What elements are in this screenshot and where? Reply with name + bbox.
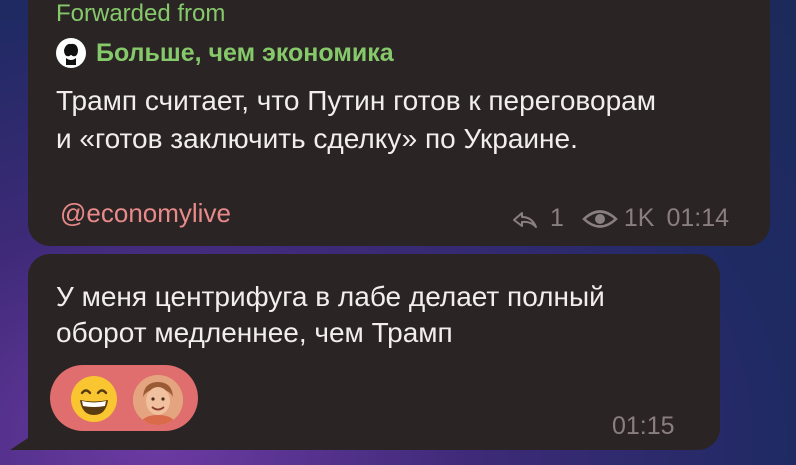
channel-avatar-icon — [59, 41, 83, 65]
message-text-line: и «готов заключить сделку» по Украине. — [56, 123, 578, 154]
message-time: 01:15 — [612, 412, 675, 440]
message-time: 01:14 — [666, 204, 730, 232]
message-text-line: У меня центрифуга в лабе делает полный — [56, 281, 605, 312]
message-meta: 1 1K 01:14 — [510, 204, 729, 233]
channel-avatar[interactable] — [56, 38, 86, 68]
channel-name-link[interactable]: Больше, чем экономика — [96, 39, 394, 68]
reply-count: 1 — [550, 204, 564, 232]
forwarded-from-label: Forwarded from — [56, 0, 226, 27]
grinning-face-emoji-icon — [71, 376, 117, 422]
message-text-line: Трамп считает, что Путин готов к перегов… — [56, 85, 656, 116]
forwarded-channel[interactable]: Больше, чем экономика — [56, 38, 394, 68]
eye-icon — [582, 209, 618, 228]
reply-icon[interactable] — [510, 208, 540, 230]
reactor-avatar[interactable] — [133, 375, 183, 425]
view-count: 1K — [623, 204, 655, 232]
message-text-line: оборот медленнее, чем Трамп — [56, 317, 453, 348]
channel-handle-link[interactable]: @economylive — [60, 198, 231, 229]
